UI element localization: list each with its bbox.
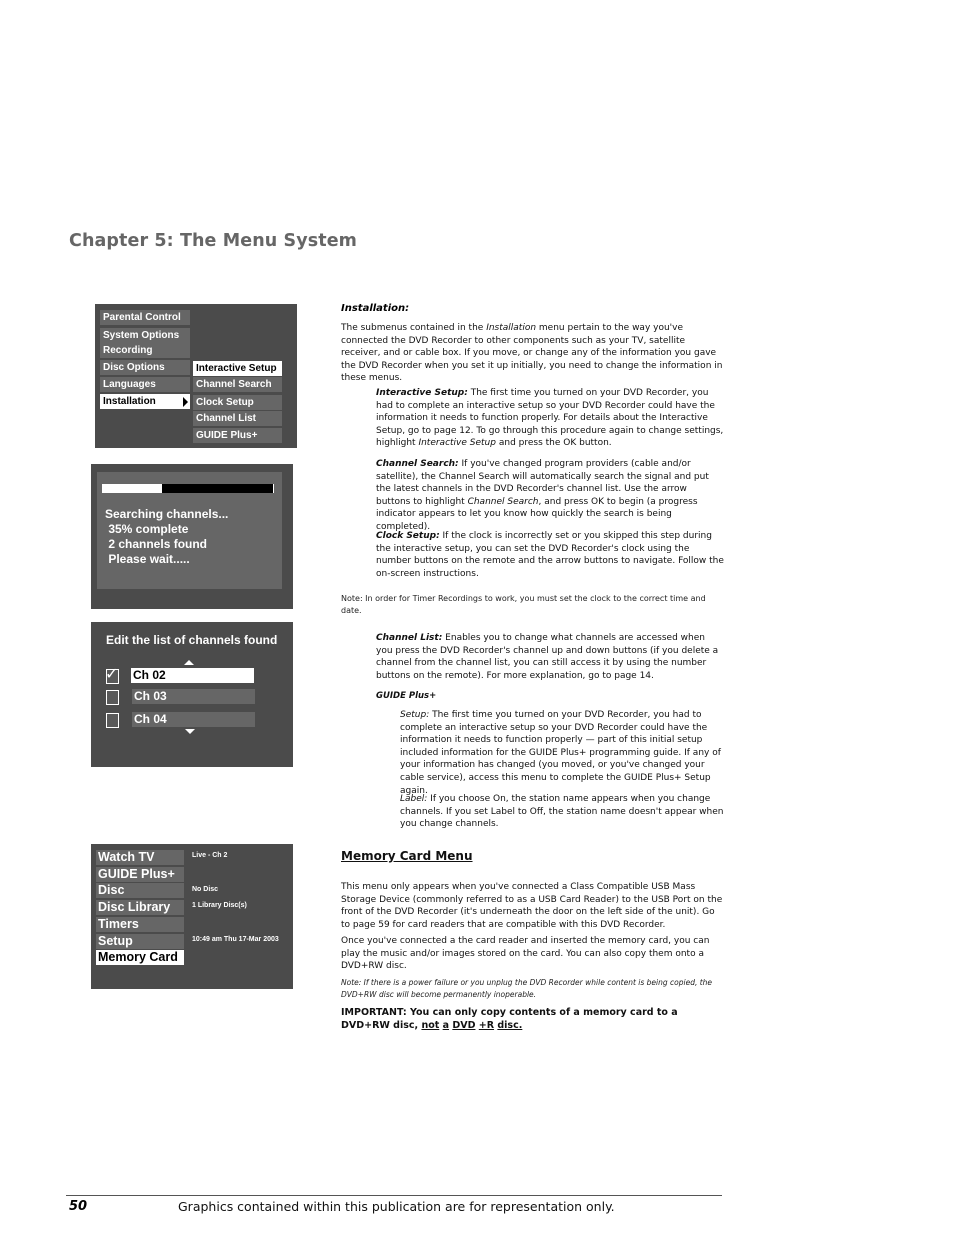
- main-menu-item-disc[interactable]: Disc: [96, 883, 184, 898]
- main-menu-item-disc-library[interactable]: Disc Library: [96, 900, 184, 915]
- menu-item-installation[interactable]: Installation: [100, 394, 190, 409]
- info-live-channel: Live - Ch 2: [192, 852, 228, 859]
- search-line: 35% complete: [105, 522, 189, 536]
- text: disc.: [497, 1019, 523, 1031]
- guide-label-desc: Label: If you choose On, the station nam…: [400, 793, 725, 831]
- search-panel: Searching channels... 35% complete 2 cha…: [97, 472, 282, 589]
- channel-search-screen: Searching channels... 35% complete 2 cha…: [91, 464, 293, 609]
- setup-menu-screen: Parental Control System Options Recordin…: [95, 304, 297, 448]
- main-menu-item-memory-card[interactable]: Memory Card: [96, 950, 184, 965]
- interactive-setup-desc: Interactive Setup: The first time you tu…: [376, 387, 724, 450]
- important-note: IMPORTANT: You can only copy contents of…: [341, 1007, 725, 1032]
- term: Channel List:: [376, 633, 443, 643]
- search-line: 2 channels found: [105, 537, 208, 551]
- menu-item-disc-options[interactable]: Disc Options: [100, 360, 190, 375]
- channel-checkbox[interactable]: [106, 713, 119, 728]
- guide-setup-desc: Setup: The first time you turned on your…: [400, 709, 725, 797]
- progress-bar: [102, 484, 274, 493]
- menu-item-recording-options[interactable]: Recording Options: [100, 343, 190, 371]
- footer-rule: [66, 1195, 722, 1196]
- submenu-item-guide-plus[interactable]: GUIDE Plus+: [193, 428, 282, 443]
- main-menu-item-guide-plus[interactable]: GUIDE Plus+: [96, 867, 184, 882]
- info-date-time: 10:49 am Thu 17-Mar 2003: [192, 936, 279, 943]
- submenu-item-interactive-setup[interactable]: Interactive Setup: [193, 361, 282, 376]
- text: not: [421, 1019, 440, 1031]
- edit-title: Edit the list of channels found: [106, 633, 278, 647]
- term: Interactive Setup:: [376, 388, 468, 398]
- text: and press the OK button.: [495, 438, 612, 449]
- memory-card-note: Note: If there is a power failure or you…: [341, 978, 713, 1000]
- term: Setup:: [400, 710, 430, 720]
- search-line: Searching channels...: [105, 507, 229, 521]
- menu-item-languages[interactable]: Languages: [100, 377, 190, 392]
- progress-fill: [102, 484, 162, 493]
- text: a: [442, 1019, 450, 1031]
- channel-list-desc: Channel List: Enables you to change what…: [376, 632, 724, 682]
- text: If you choose On, the station name appea…: [400, 794, 724, 830]
- menu-item-system-options[interactable]: System Options: [100, 328, 190, 343]
- main-menu-item-watch-tv[interactable]: Watch TV: [96, 850, 184, 865]
- info-disc: No Disc: [192, 886, 219, 893]
- arrow-right-icon: [183, 397, 188, 407]
- guide-plus-heading: GUIDE Plus+: [376, 690, 436, 703]
- page-number: 50: [69, 1199, 88, 1214]
- submenu-item-clock-setup[interactable]: Clock Setup: [193, 395, 282, 410]
- checkmark-icon: ✓: [105, 666, 119, 683]
- edit-channels-screen: Edit the list of channels found ✓ Ch 02 …: [91, 622, 293, 767]
- channel-item[interactable]: Ch 02: [131, 668, 254, 683]
- channel-checkbox-checked[interactable]: ✓: [105, 666, 119, 684]
- memory-card-p1: This menu only appears when you've conne…: [341, 882, 723, 930]
- memory-card-p2: Once you've connected a the card reader …: [341, 936, 710, 972]
- text: DVD: [452, 1019, 476, 1031]
- term: Clock Setup:: [376, 531, 440, 541]
- emphasis: Interactive Setup: [418, 438, 496, 449]
- info-disc-library: 1 Library Disc(s): [192, 902, 247, 909]
- search-status: Searching channels... 35% complete 2 cha…: [105, 507, 228, 567]
- menu-item-installation-label: Installation: [103, 396, 156, 407]
- term: GUIDE Plus+: [376, 691, 437, 701]
- submenu-item-channel-search[interactable]: Channel Search: [193, 377, 282, 392]
- channel-checkbox[interactable]: [106, 690, 119, 705]
- installation-heading: Installation:: [341, 303, 410, 314]
- scroll-up-icon[interactable]: [184, 660, 194, 665]
- text: +R: [478, 1019, 495, 1031]
- clock-note: Note: In order for Timer Recordings to w…: [341, 594, 706, 616]
- clock-setup-desc: Clock Setup: If the clock is incorrectly…: [376, 530, 724, 580]
- search-line: Please wait.....: [105, 552, 190, 566]
- emphasis: Installation: [486, 323, 537, 333]
- submenu-item-channel-list[interactable]: Channel List: [193, 411, 282, 426]
- text: The submenus contained in the: [341, 323, 487, 333]
- scroll-down-icon[interactable]: [185, 729, 195, 734]
- footer-text: Graphics contained within this publicati…: [178, 1199, 615, 1214]
- channel-item[interactable]: Ch 03: [132, 689, 255, 704]
- channel-item[interactable]: Ch 04: [132, 712, 255, 727]
- main-menu-item-timers[interactable]: Timers: [96, 917, 184, 932]
- installation-intro: The submenus contained in the Installati…: [341, 322, 723, 385]
- text: The first time you turned on your DVD Re…: [400, 710, 721, 796]
- channel-search-desc: Channel Search: If you've changed progra…: [376, 458, 724, 534]
- term: Label:: [400, 794, 428, 804]
- emphasis: Channel Search: [467, 496, 539, 507]
- memory-card-heading: Memory Card Menu: [341, 849, 473, 863]
- term: Channel Search:: [376, 459, 459, 469]
- main-menu-screen: Watch TV GUIDE Plus+ Disc Disc Library T…: [91, 844, 293, 989]
- menu-item-parental-control[interactable]: Parental Control: [100, 310, 190, 325]
- main-menu-item-setup[interactable]: Setup: [96, 934, 184, 949]
- chapter-title: Chapter 5: The Menu System: [69, 231, 358, 251]
